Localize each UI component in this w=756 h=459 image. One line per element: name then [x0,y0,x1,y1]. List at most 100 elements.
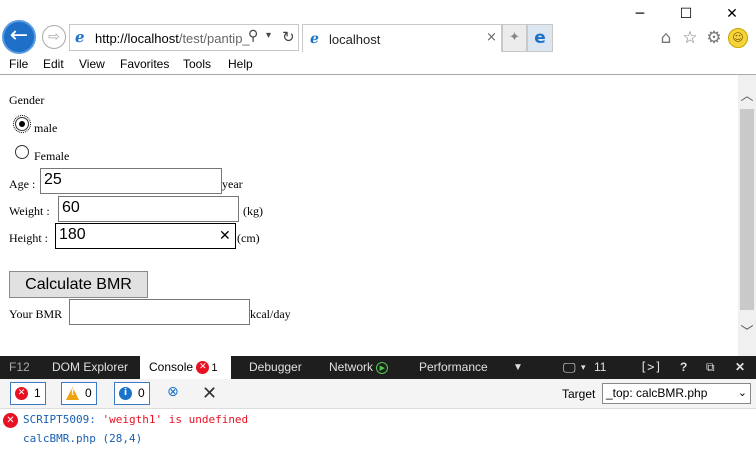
maximize-button[interactable]: ☐ [668,4,704,24]
height-input[interactable]: 180 ✕ [55,223,236,249]
error-icon: ✕ [196,361,210,375]
close-window-button[interactable]: ✕ [714,4,750,24]
console-error-count: 1 [211,362,218,374]
page-scrollbar[interactable]: ︿ ﹀ [738,75,756,356]
undock-icon[interactable]: ⧉ [706,356,715,379]
ie-page-icon: ℯ [75,28,85,46]
tab-network-label: Network [329,360,374,374]
scroll-down-icon[interactable]: ﹀ [738,321,756,340]
back-arrow-icon: ← [9,23,29,48]
emulation-count: 11 [594,360,607,374]
menu-help[interactable]: Help [228,57,253,71]
ie-tab-icon: ℯ [310,31,319,47]
record-play-icon: ▶ [376,361,389,374]
calculate-bmr-button[interactable]: Calculate BMR [9,271,148,298]
tab-console[interactable]: Console ✕ 1 [140,356,231,379]
tab-console-label: Console [149,360,194,374]
back-button[interactable]: ← [2,20,36,54]
tab-f12[interactable]: F12 [9,356,30,379]
info-count: 0 [138,386,145,400]
url-path: /test/pantip_ [178,31,250,46]
open-in-edge-button[interactable]: e [527,24,553,52]
menu-view[interactable]: View [79,57,105,71]
menu-edit[interactable]: Edit [43,57,64,71]
height-label: Height : [9,231,48,245]
tab-performance[interactable]: Performance [419,356,488,379]
info-icon: i [119,387,132,400]
menu-tools[interactable]: Tools [183,57,211,71]
clear-on-navigate-icon[interactable]: ⊗ [167,384,179,400]
target-select[interactable]: _top: calcBMR.php ⌄ [602,383,751,404]
warning-icon: ! [66,387,79,400]
new-tab-button[interactable]: ✦ [502,24,527,52]
error-text: 'weigth1' is undefined [102,413,249,426]
gear-icon[interactable]: ⚙ [703,27,725,49]
age-input[interactable]: 25 [40,168,222,194]
home-icon[interactable]: ⌂ [655,27,677,49]
error-code: SCRIPT5009: [23,413,96,426]
console-prompt-icon[interactable]: [>] [640,356,662,379]
refresh-icon[interactable]: ↻ [282,28,295,46]
clear-console-icon[interactable]: ✕ [202,383,217,404]
scroll-thumb[interactable] [740,109,754,310]
warnings-count: 0 [85,386,92,400]
info-filter-button[interactable]: i 0 [114,382,150,405]
target-label: Target [562,387,596,401]
age-label: Age : [9,177,36,191]
female-radio[interactable] [15,145,29,159]
edge-icon: e [534,28,546,48]
more-tabs-chevron-icon[interactable]: ▼ [513,356,523,379]
close-tab-icon[interactable]: × [486,30,497,45]
error-icon: ✕ [3,413,18,428]
menu-file[interactable]: File [9,57,28,71]
minimize-button[interactable]: ─ [622,4,658,24]
devtools-tab-bar: F12 DOM Explorer Console ✕ 1 Debugger Net… [0,356,756,379]
address-url[interactable]: http://localhost/test/pantip_ [95,31,250,46]
clear-input-icon[interactable]: ✕ [219,228,231,244]
browser-title-bar: ← ⇨ ℯ http://localhost/test/pantip_ ⚲ ▾ … [0,0,756,55]
errors-filter-button[interactable]: ✕ 1 [10,382,46,405]
bmr-unit: kcal/day [250,307,291,321]
tab-localhost[interactable]: ℯ localhost × [302,24,502,52]
close-devtools-icon[interactable]: ✕ [735,356,745,379]
male-label: male [34,121,58,135]
error-icon: ✕ [15,387,28,400]
target-value: _top: calcBMR.php [606,386,708,400]
age-unit: year [222,177,243,191]
help-icon[interactable]: ? [680,356,687,379]
emulation-monitor-icon[interactable]: 🖵 [563,356,576,379]
new-tab-icon: ✦ [509,30,520,45]
favorites-star-icon[interactable]: ☆ [679,27,701,49]
chevron-down-icon[interactable]: ⌄ [738,384,747,403]
menu-favorites[interactable]: Favorites [120,57,169,71]
scroll-up-icon[interactable]: ︿ [738,85,756,104]
bmr-output[interactable] [69,299,250,325]
page-content: Gender male Female Age : 25 year Weight … [0,75,738,356]
tab-dom-explorer[interactable]: DOM Explorer [52,356,128,379]
warnings-filter-button[interactable]: ! 0 [61,382,97,405]
errors-count: 1 [34,386,41,400]
feedback-smiley-icon[interactable]: ☺ [728,28,748,48]
chevron-down-icon[interactable]: ▾ [581,356,586,379]
forward-arrow-icon: ⇨ [48,29,60,45]
tab-debugger[interactable]: Debugger [249,356,302,379]
gender-label: Gender [9,93,45,107]
search-icon[interactable]: ⚲ [248,28,258,44]
console-toolbar: ✕ 1 ! 0 i 0 ⊗ ✕ Target _top: calcBMR.php… [0,379,756,409]
male-radio[interactable] [13,115,31,133]
weight-label: Weight : [9,204,50,218]
weight-input[interactable]: 60 [58,196,239,222]
address-bar[interactable]: ℯ http://localhost/test/pantip_ ⚲ ▾ ↻ [69,24,299,51]
tab-label: localhost [329,32,381,47]
error-message: SCRIPT5009: 'weigth1' is undefined [23,413,248,426]
url-host: http://localhost [95,31,179,46]
weight-unit: (kg) [243,204,263,218]
menu-bar: File Edit View Favorites Tools Help [0,55,756,75]
console-output: ✕ SCRIPT5009: 'weigth1' is undefined cal… [0,409,756,459]
chevron-down-icon[interactable]: ▾ [266,30,271,41]
forward-button[interactable]: ⇨ [42,25,66,49]
height-input-value: 180 [59,226,86,243]
height-unit: (cm) [237,231,260,245]
error-source-link[interactable]: calcBMR.php (28,4) [23,432,142,445]
tab-network[interactable]: Network ▶ [329,356,389,379]
